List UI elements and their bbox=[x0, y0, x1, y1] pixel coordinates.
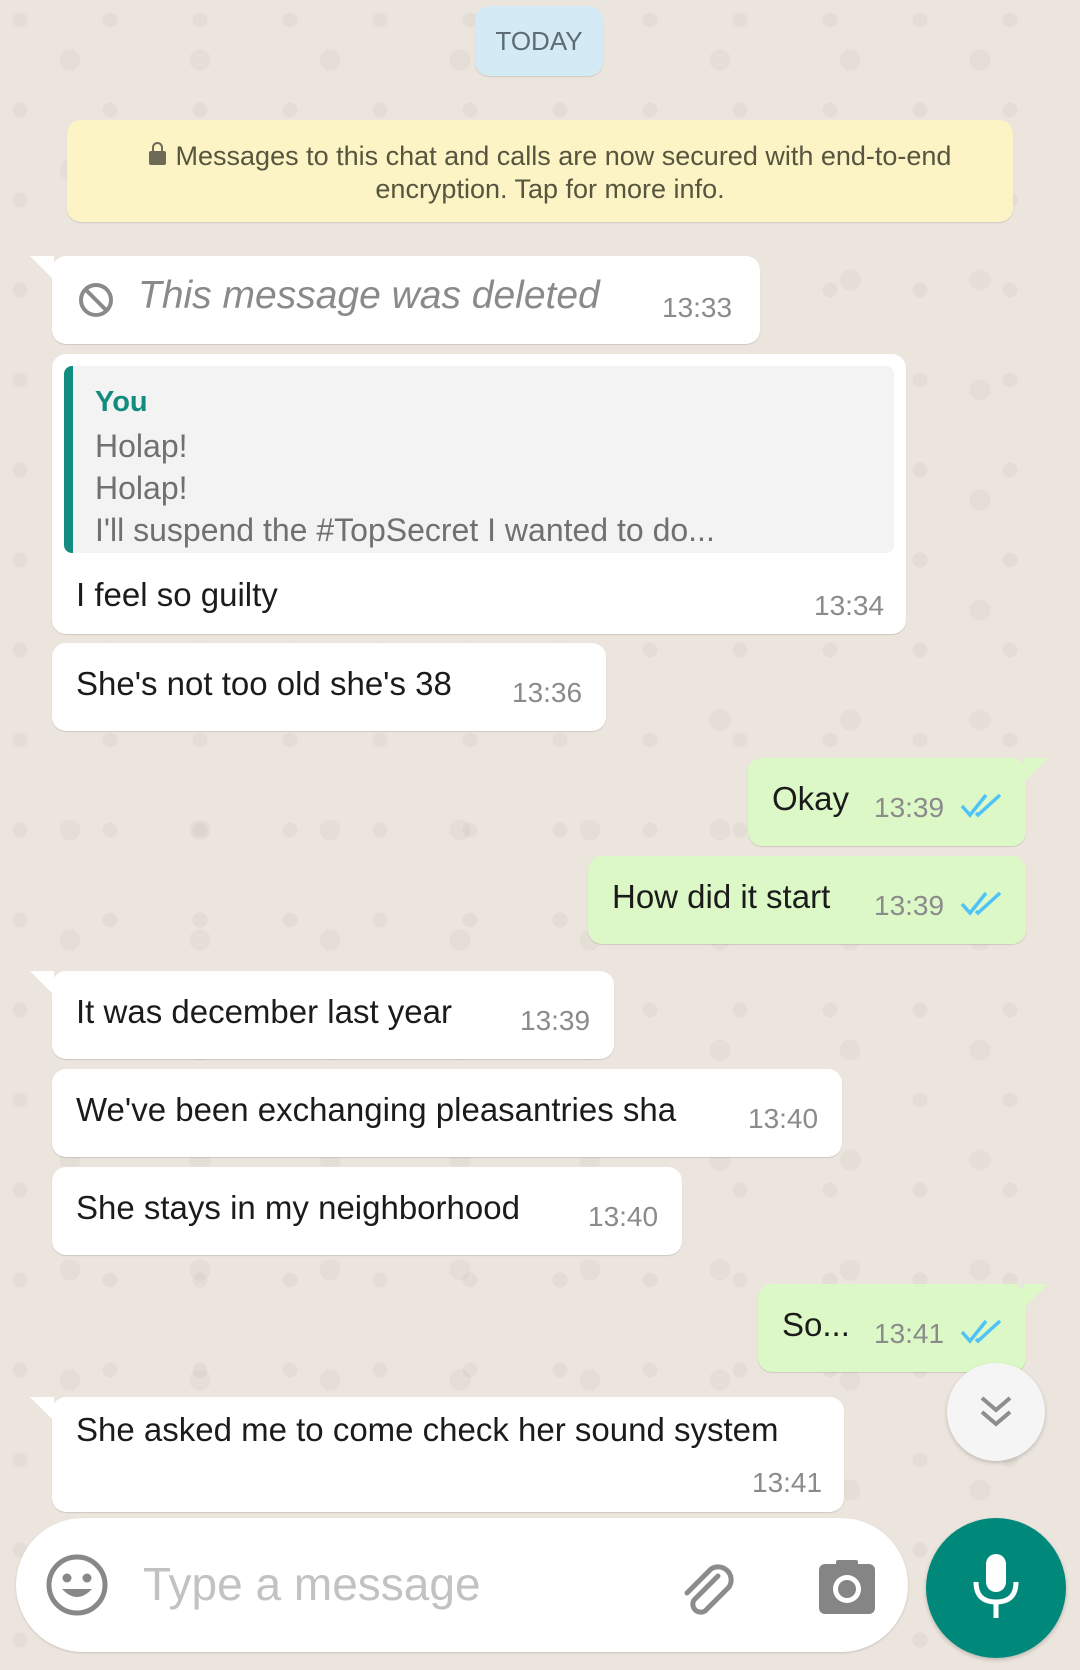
message-input[interactable] bbox=[143, 1556, 503, 1612]
message-bubble-incoming[interactable]: She asked me to come check her sound sys… bbox=[30, 1397, 844, 1512]
quote-line: I'll suspend the #TopSecret I wanted to … bbox=[95, 512, 715, 548]
microphone-icon bbox=[973, 1554, 1019, 1618]
message-text: She asked me to come check her sound sys… bbox=[76, 1411, 779, 1448]
quote-line: Holap! bbox=[95, 470, 188, 506]
message-text: It was december last year bbox=[76, 993, 452, 1030]
double-chevron-down-icon bbox=[980, 1396, 1012, 1427]
message-text: I feel so guilty bbox=[76, 576, 278, 613]
quote-accent-bar bbox=[64, 366, 73, 553]
encryption-notice-line1: Messages to this chat and calls are now … bbox=[175, 141, 952, 171]
message-bubble-incoming[interactable]: We've been exchanging pleasantries sha 1… bbox=[52, 1069, 842, 1157]
message-bubble-reply[interactable]: You Holap! Holap! I'll suspend the #TopS… bbox=[52, 354, 906, 634]
message-time: 13:41 bbox=[874, 1318, 945, 1349]
voice-message-button[interactable] bbox=[926, 1518, 1066, 1658]
message-time: 13:39 bbox=[520, 1005, 591, 1036]
message-text: She's not too old she's 38 bbox=[76, 665, 452, 702]
double-check-icon bbox=[960, 891, 1002, 916]
message-time: 13:36 bbox=[512, 677, 583, 708]
message-bubble-incoming[interactable]: She's not too old she's 38 13:36 bbox=[52, 643, 606, 731]
message-time: 13:39 bbox=[874, 890, 945, 921]
message-time: 13:40 bbox=[588, 1201, 659, 1232]
message-bubble-outgoing[interactable]: Okay 13:39 bbox=[748, 758, 1048, 846]
quote-line: Holap! bbox=[95, 428, 188, 464]
message-bubble-outgoing[interactable]: How did it start 13:39 bbox=[588, 856, 1026, 944]
date-label: TODAY bbox=[495, 25, 583, 56]
camera-icon[interactable] bbox=[816, 1558, 878, 1618]
ban-icon bbox=[79, 283, 113, 317]
encryption-notice-line2: encryption. Tap for more info. bbox=[375, 174, 725, 204]
double-check-icon bbox=[960, 1319, 1002, 1344]
message-text: She stays in my neighborhood bbox=[76, 1189, 520, 1226]
deleted-message-text: This message was deleted bbox=[138, 274, 600, 317]
message-bubble-outgoing[interactable]: So... 13:41 bbox=[758, 1284, 1048, 1372]
encryption-notice-line1-row: Messages to this chat and calls are now … bbox=[127, 140, 973, 173]
scroll-to-bottom-button[interactable] bbox=[947, 1363, 1045, 1461]
message-bubble-incoming[interactable]: It was december last year 13:39 bbox=[30, 971, 614, 1059]
message-time: 13:41 bbox=[752, 1467, 823, 1498]
message-text: How did it start bbox=[612, 878, 831, 915]
message-composer bbox=[16, 1518, 908, 1652]
lock-icon bbox=[148, 142, 166, 165]
encryption-notice[interactable]: Messages to this chat and calls are now … bbox=[67, 120, 1013, 222]
quote-author: You bbox=[95, 386, 148, 418]
paperclip-icon[interactable] bbox=[674, 1558, 740, 1624]
message-bubble-deleted[interactable]: This message was deleted 13:33 bbox=[30, 256, 760, 344]
message-text: So... bbox=[782, 1306, 850, 1343]
message-time: 13:33 bbox=[662, 292, 733, 323]
message-text: Okay bbox=[772, 780, 850, 817]
double-check-icon bbox=[960, 793, 1002, 818]
quoted-message[interactable]: You Holap! Holap! I'll suspend the #TopS… bbox=[64, 366, 894, 553]
message-time: 13:39 bbox=[874, 792, 945, 823]
emoji-icon[interactable] bbox=[45, 1553, 109, 1617]
message-text: We've been exchanging pleasantries sha bbox=[76, 1091, 677, 1128]
date-separator: TODAY bbox=[475, 6, 603, 76]
message-time: 13:34 bbox=[814, 590, 885, 621]
message-time: 13:40 bbox=[748, 1103, 819, 1134]
message-bubble-incoming[interactable]: She stays in my neighborhood 13:40 bbox=[52, 1167, 682, 1255]
